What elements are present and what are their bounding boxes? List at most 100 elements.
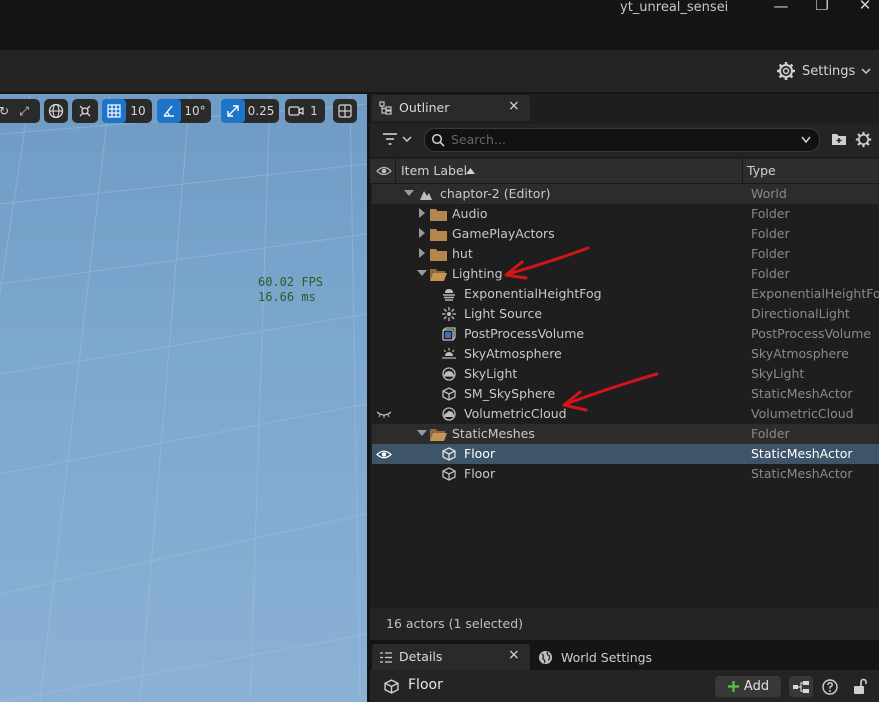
row-type: StaticMeshActor <box>751 466 853 481</box>
outliner-status-bar: 16 actors (1 selected) <box>370 608 879 640</box>
row-type: Folder <box>751 246 790 261</box>
close-button[interactable]: ✕ <box>855 0 875 14</box>
minimize-button[interactable]: — <box>771 0 791 15</box>
grid-snap-icon[interactable] <box>102 99 126 123</box>
outliner-row-folder-gameplayactors[interactable]: GamePlayActors Folder <box>372 224 879 244</box>
outliner-column-header: Item Label Type <box>370 159 879 184</box>
outliner-row-folder-lighting[interactable]: Lighting Folder <box>372 264 879 284</box>
add-folder-icon[interactable] <box>831 132 847 146</box>
outliner-row-postprocessvolume[interactable]: PostProcessVolume PostProcessVolume <box>372 324 879 344</box>
column-type[interactable]: Type <box>747 163 776 178</box>
outliner-row-light-source[interactable]: Light Source DirectionalLight <box>372 304 879 324</box>
expand-arrow-icon[interactable] <box>419 208 425 218</box>
outliner-row-floor-selected[interactable]: Floor StaticMeshActor <box>372 444 879 464</box>
collapse-arrow-icon[interactable] <box>417 270 427 276</box>
sky-atmosphere-icon <box>442 348 456 359</box>
add-component-button[interactable]: Add <box>715 676 781 697</box>
outliner-row-folder-hut[interactable]: hut Folder <box>372 244 879 264</box>
settings-button[interactable]: Settings <box>776 60 871 82</box>
angle-icon[interactable] <box>157 99 181 123</box>
static-mesh-icon <box>442 387 456 401</box>
filter-button[interactable] <box>382 131 414 150</box>
outliner-settings-icon[interactable] <box>855 131 872 148</box>
volumetric-cloud-icon <box>442 407 456 421</box>
row-label: hut <box>452 246 473 261</box>
viewport-toolbar: ↻ ⤢ 10 10° 0.25 1 <box>0 99 367 127</box>
row-type: StaticMeshActor <box>751 446 853 461</box>
lock-icon[interactable] <box>852 678 868 695</box>
hidden-eye-icon[interactable] <box>376 410 392 418</box>
row-type: Folder <box>751 426 790 441</box>
collapse-arrow-icon[interactable] <box>417 430 427 436</box>
row-type: World <box>751 186 787 201</box>
grid-snap-group[interactable]: 10 <box>102 99 152 123</box>
outliner-row-folder-staticmeshes[interactable]: StaticMeshes Folder <box>372 424 879 444</box>
column-item-label[interactable]: Item Label <box>401 163 467 178</box>
rotation-snap-group[interactable]: 10° <box>157 99 211 123</box>
expand-arrow-icon[interactable] <box>419 228 425 238</box>
scale-snap-group[interactable]: 0.25 <box>221 99 279 123</box>
camera-speed-button[interactable]: 1 <box>285 99 325 123</box>
row-label: Audio <box>452 206 488 221</box>
transform-tools-group[interactable]: ↻ ⤢ <box>0 99 40 123</box>
folder-icon <box>430 209 447 221</box>
surface-snap-button[interactable] <box>72 99 98 123</box>
row-type: DirectionalLight <box>751 306 850 321</box>
row-type: Folder <box>751 206 790 221</box>
window-title: yt_unreal_sensei <box>620 0 729 15</box>
plus-icon <box>727 681 739 692</box>
world-local-toggle[interactable] <box>44 99 68 123</box>
gear-icon <box>777 62 795 80</box>
rotation-snap-value[interactable]: 10° <box>181 99 209 123</box>
tab-outliner[interactable]: Outliner × <box>372 95 530 121</box>
outliner-tab-label: Outliner <box>399 100 450 115</box>
level-viewport[interactable] <box>0 94 367 702</box>
settings-label: Settings <box>802 63 856 79</box>
surface-snap-icon <box>79 105 91 117</box>
globe-icon <box>48 103 64 119</box>
details-close-button[interactable]: × <box>508 647 520 663</box>
fps-value: 60.02 FPS <box>258 275 324 289</box>
row-type: ExponentialHeightFog <box>751 286 879 301</box>
outliner-row-folder-audio[interactable]: Audio Folder <box>372 204 879 224</box>
folder-icon <box>430 229 447 241</box>
sort-ascending-icon <box>466 168 475 174</box>
tab-details[interactable]: Details × <box>372 644 530 670</box>
eye-icon[interactable] <box>376 165 392 177</box>
tab-world-settings[interactable]: World Settings <box>538 647 652 667</box>
rotate-icon[interactable]: ↻ <box>0 99 14 123</box>
search-icon <box>431 133 445 147</box>
scale-snap-icon[interactable] <box>221 99 245 123</box>
filter-icon <box>383 133 412 145</box>
add-label: Add <box>743 679 770 694</box>
folder-open-icon <box>430 429 447 441</box>
grid-snap-value[interactable]: 10 <box>126 99 150 123</box>
post-process-icon <box>442 327 456 341</box>
outliner-close-button[interactable]: × <box>508 98 520 114</box>
details-icon <box>380 652 392 663</box>
chevron-down-icon[interactable] <box>801 136 811 144</box>
collapse-arrow-icon[interactable] <box>404 190 414 196</box>
blueprint-button[interactable] <box>789 676 813 697</box>
eye-icon[interactable] <box>376 449 392 460</box>
actor-count: 16 actors (1 selected) <box>386 616 524 631</box>
row-type: SkyAtmosphere <box>751 346 849 361</box>
row-label: SkyLight <box>464 366 518 381</box>
outliner-row-exponentialheightfog[interactable]: ExponentialHeightFog ExponentialHeightFo… <box>372 284 879 304</box>
row-type: SkyLight <box>751 366 805 381</box>
outliner-row-floor[interactable]: Floor StaticMeshActor <box>372 464 879 484</box>
help-icon[interactable] <box>822 679 838 695</box>
outliner-row-skyatmosphere[interactable]: SkyAtmosphere SkyAtmosphere <box>372 344 879 364</box>
outliner-search-input[interactable]: Search... <box>424 128 820 152</box>
viewport-layout-button[interactable] <box>333 99 357 123</box>
expand-arrow-icon[interactable] <box>419 248 425 258</box>
annotation-arrow-volumetriccloud <box>562 372 659 412</box>
scale-snap-value[interactable]: 0.25 <box>245 99 277 123</box>
selected-actor-name: Floor <box>408 677 443 693</box>
restore-button[interactable]: ❐ <box>812 0 832 14</box>
folder-open-icon <box>430 269 447 281</box>
scale-icon[interactable]: ⤢ <box>14 99 34 123</box>
row-type: PostProcessVolume <box>751 326 872 341</box>
outliner-icon <box>379 101 392 115</box>
outliner-row-world[interactable]: chaptor-2 (Editor) World <box>372 184 879 204</box>
